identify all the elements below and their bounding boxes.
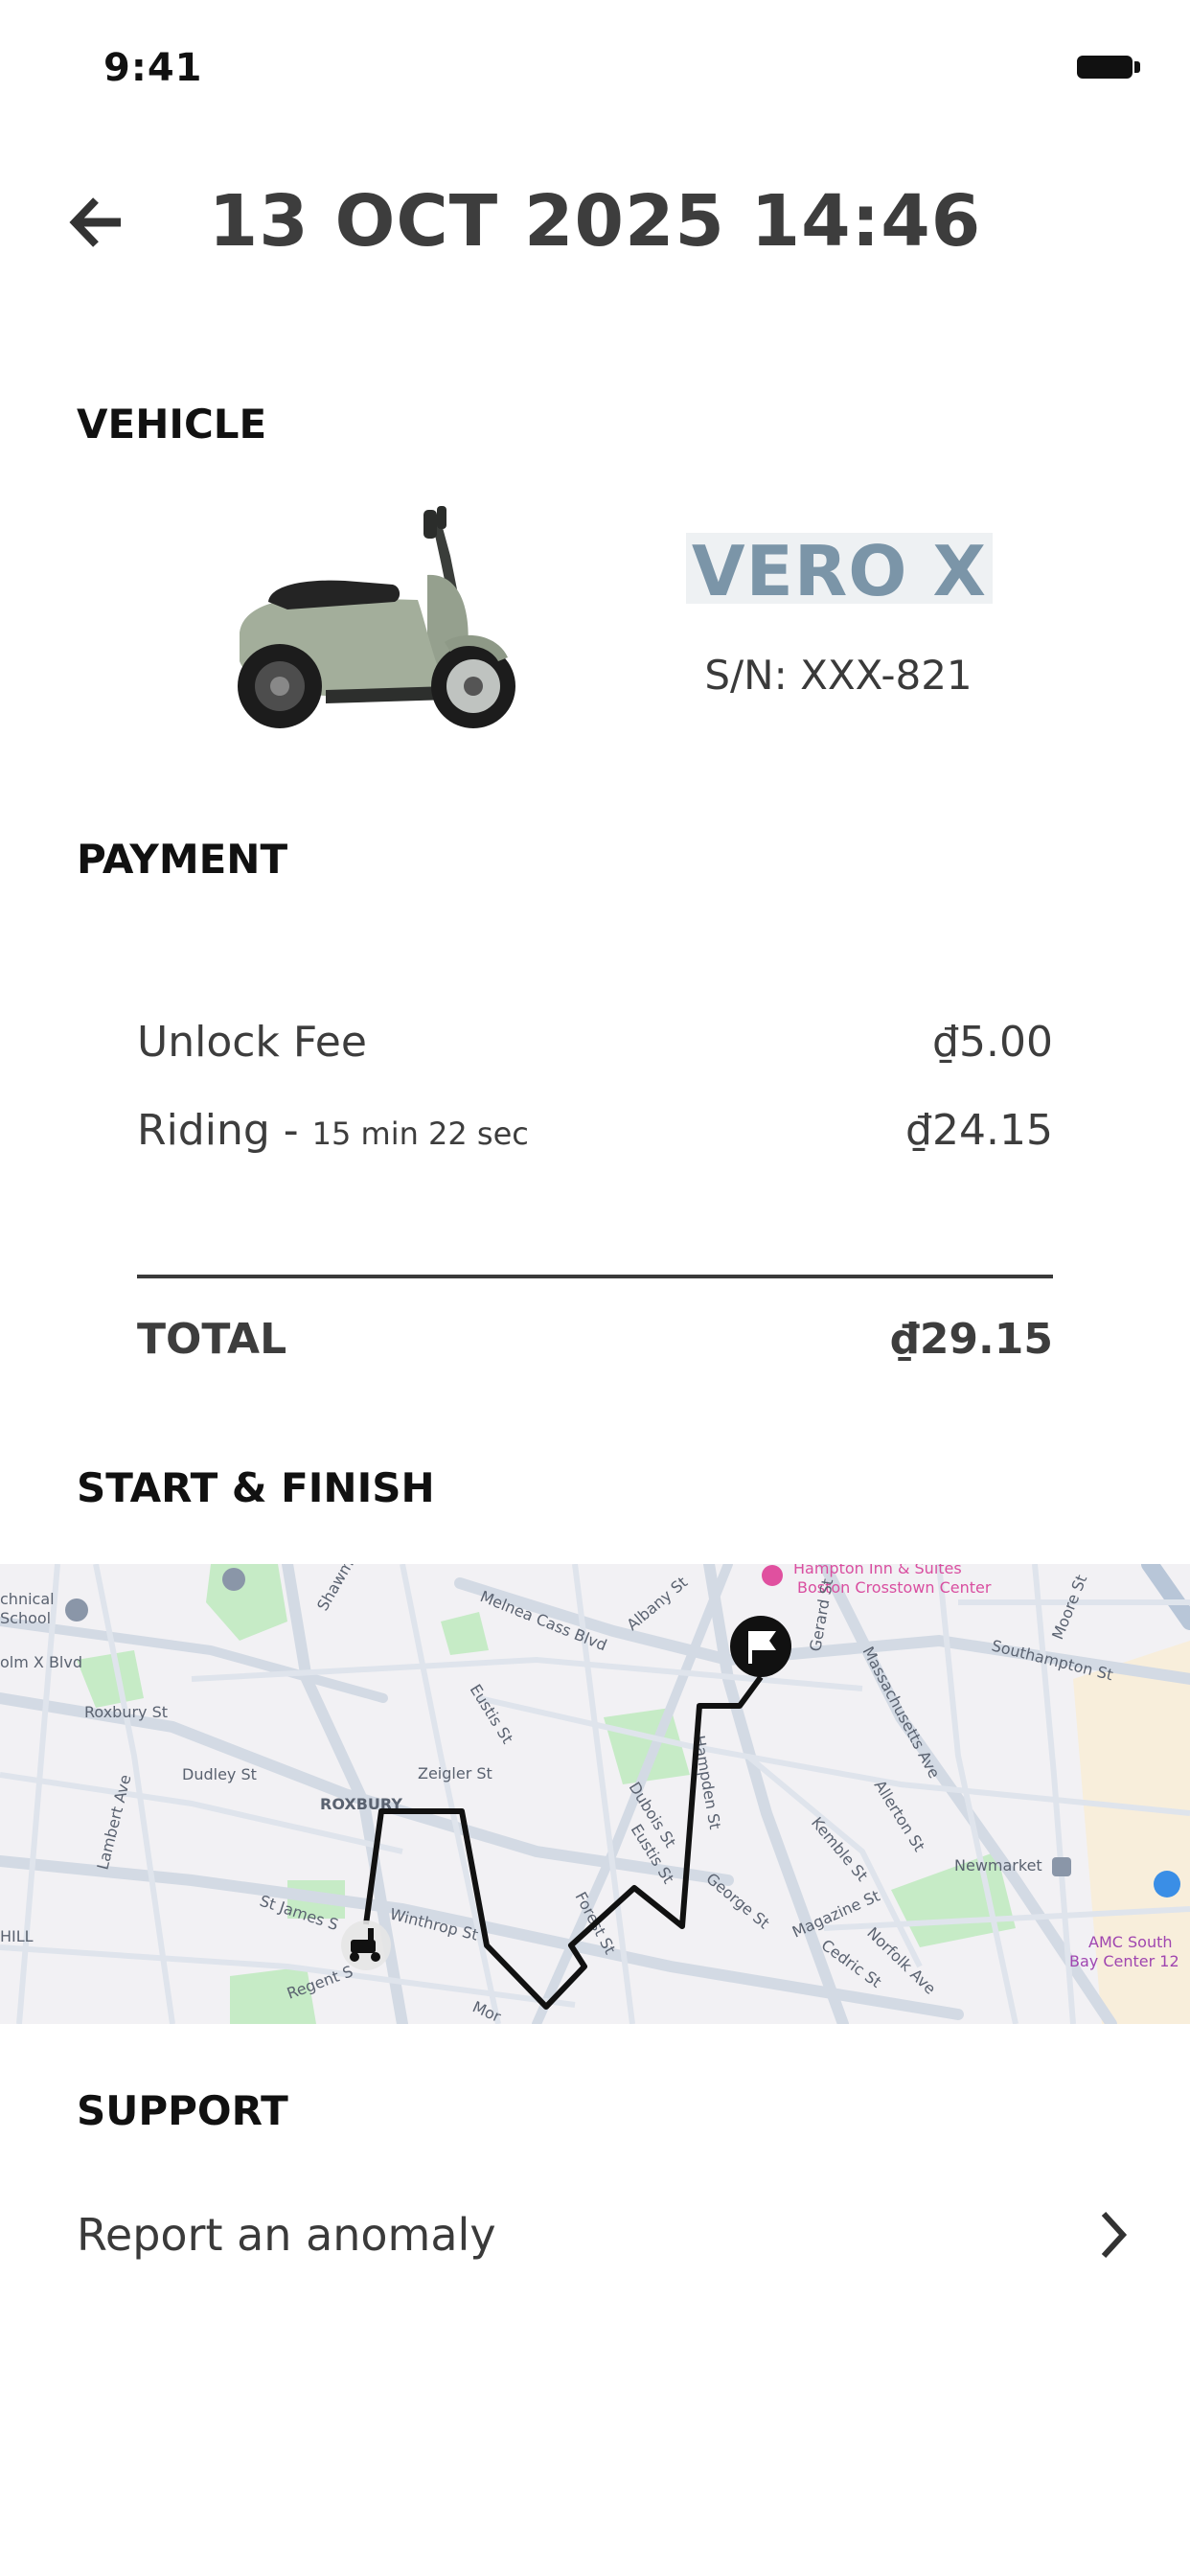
riding-fee-label: Riding - xyxy=(137,1106,312,1155)
back-button[interactable] xyxy=(61,188,130,257)
battery-icon xyxy=(1077,56,1133,79)
riding-fee-amount: ₫24.15 xyxy=(905,1106,1053,1155)
riding-fee-row: Riding - 15 min 22 sec ₫24.15 xyxy=(137,1106,1053,1155)
park-pin-icon xyxy=(222,1568,245,1591)
start-scooter-icon xyxy=(341,1920,391,1970)
map-label-dudley: Dudley St xyxy=(182,1765,257,1783)
map-label-zeigler: Zeigler St xyxy=(418,1764,492,1782)
payment-divider xyxy=(137,1275,1053,1278)
hotel-pin-icon xyxy=(762,1565,783,1586)
total-row: TOTAL ₫29.15 xyxy=(137,1315,1053,1364)
total-amount: ₫29.15 xyxy=(890,1315,1053,1364)
map-label-school-1: chnical xyxy=(0,1590,55,1608)
transit-icon xyxy=(1052,1857,1071,1876)
arrow-left-icon xyxy=(69,197,121,247)
map-label-malcolm: olm X Blvd xyxy=(0,1653,82,1671)
route-map[interactable]: Hampton Inn & Suites Boston Crosstown Ce… xyxy=(0,1564,1190,2024)
vehicle-section-label: VEHICLE xyxy=(77,401,267,448)
chevron-right-icon xyxy=(1101,2211,1128,2259)
route-section-label: START & FINISH xyxy=(77,1464,435,1511)
report-anomaly-label: Report an anomaly xyxy=(77,2209,496,2261)
map-label-amc-2: Bay Center 12 xyxy=(1069,1952,1179,1970)
payment-section-label: PAYMENT xyxy=(77,836,288,883)
unlock-fee-amount: ₫5.00 xyxy=(932,1018,1053,1067)
riding-duration: 15 min 22 sec xyxy=(311,1116,529,1152)
vehicle-name-badge: VERO X xyxy=(686,533,993,610)
map-label-hotel-1: Hampton Inn & Suites xyxy=(793,1564,962,1577)
trip-detail-screen: 9:41 13 OCT 2025 14:46 VEHICLE VERO X S/… xyxy=(0,0,1190,2576)
status-time: 9:41 xyxy=(103,46,203,90)
map-label-school-2: School xyxy=(0,1609,51,1627)
store-pin-icon xyxy=(1154,1871,1180,1898)
school-pin-icon xyxy=(65,1598,88,1622)
map-label-roxbury-st: Roxbury St xyxy=(84,1703,168,1721)
finish-flag-icon xyxy=(730,1616,791,1677)
scooter-image xyxy=(238,506,515,728)
map-label-newmarket: Newmarket xyxy=(954,1856,1042,1874)
vehicle-serial: S/N: XXX-821 xyxy=(704,652,973,699)
support-section-label: SUPPORT xyxy=(77,2087,288,2134)
map-canvas: Hampton Inn & Suites Boston Crosstown Ce… xyxy=(0,1564,1190,2024)
map-label-amc-1: AMC South xyxy=(1088,1933,1173,1951)
map-label-hill: HILL xyxy=(0,1927,34,1945)
vehicle-model-name: VERO X xyxy=(691,531,988,611)
total-label: TOTAL xyxy=(137,1315,287,1364)
unlock-fee-row: Unlock Fee ₫5.00 xyxy=(137,1018,1053,1067)
report-anomaly-button[interactable]: Report an anomaly xyxy=(77,2200,1133,2269)
page-title: 13 OCT 2025 14:46 xyxy=(208,180,982,263)
unlock-fee-label: Unlock Fee xyxy=(137,1018,367,1067)
battery-tip xyxy=(1134,61,1140,73)
